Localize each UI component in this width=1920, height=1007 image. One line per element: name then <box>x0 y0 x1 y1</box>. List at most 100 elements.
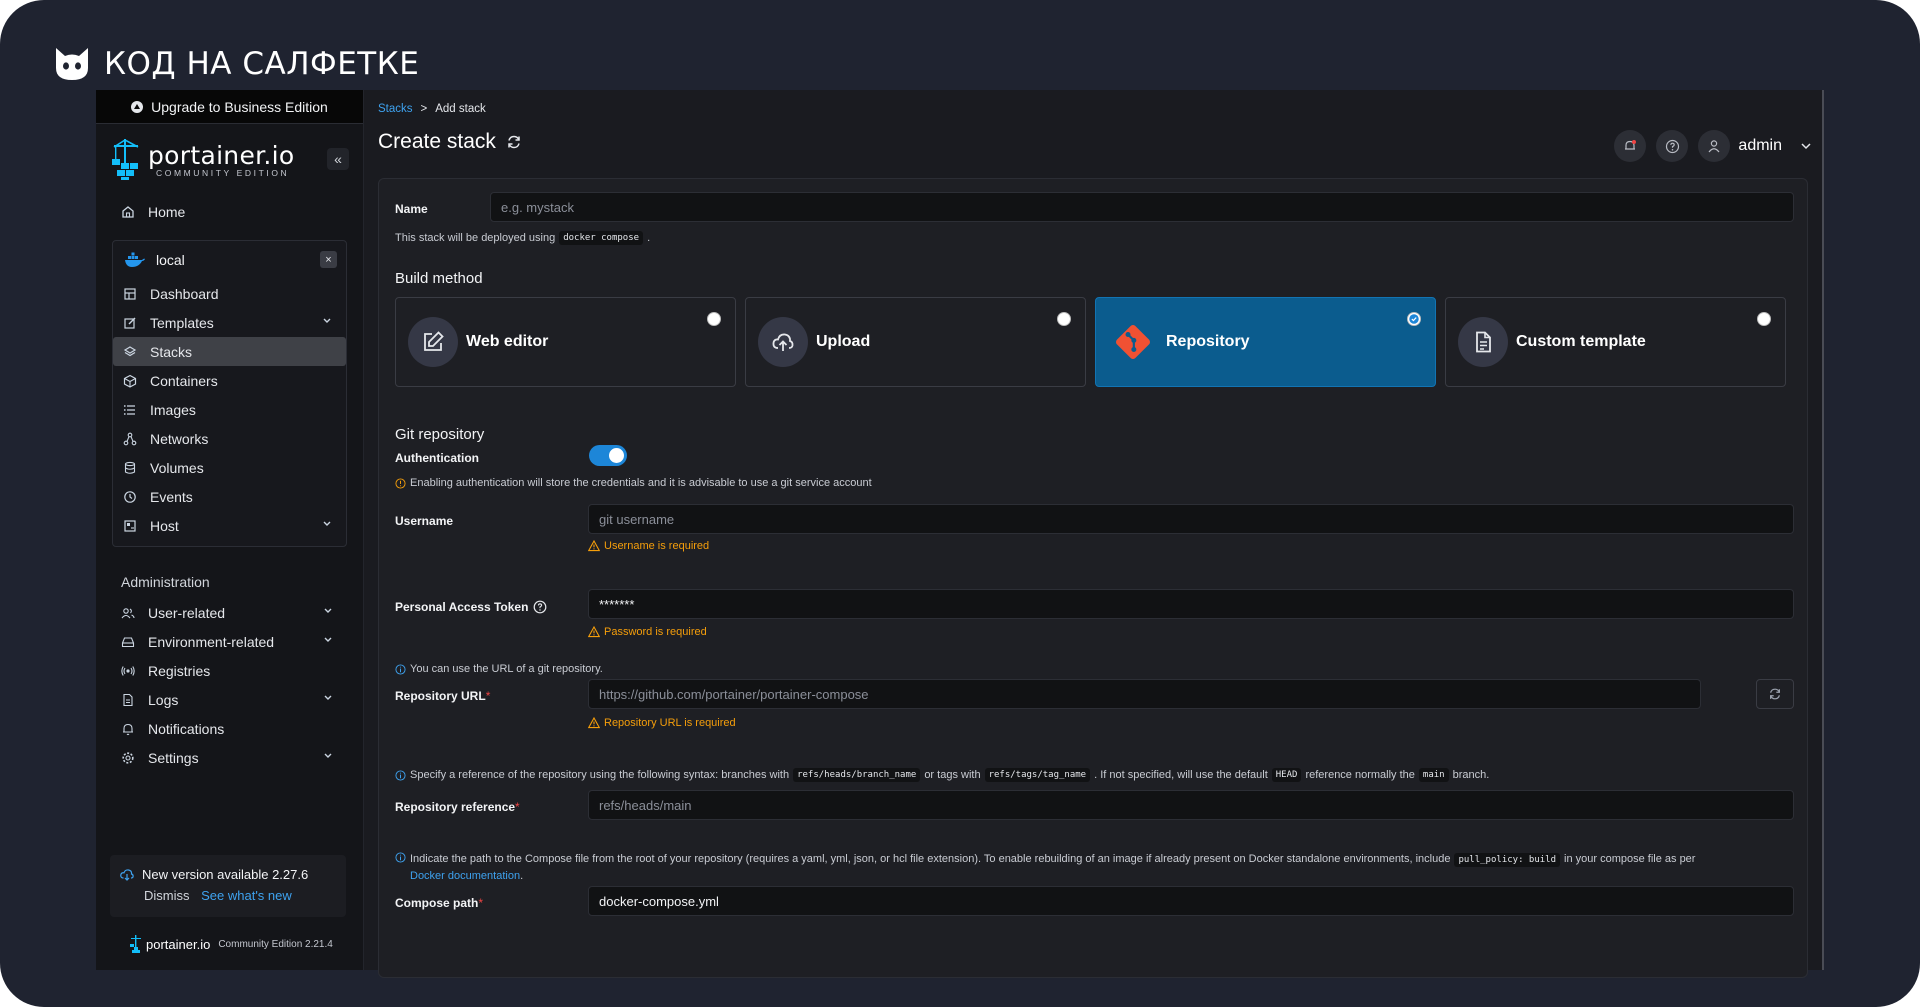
cat-logo-icon <box>56 48 88 80</box>
sidebar-item-home[interactable]: Home <box>96 197 363 226</box>
repository-url-input[interactable]: https://github.com/portainer/portainer-c… <box>588 679 1701 709</box>
sidebar-item-settings[interactable]: Settings <box>96 743 363 772</box>
whats-new-link[interactable]: See what's new <box>201 888 292 903</box>
drive-icon <box>121 636 135 647</box>
administration-heading: Administration <box>121 574 210 590</box>
sidebar-item-registries[interactable]: Registries <box>96 656 363 685</box>
sidebar-item-logs[interactable]: Logs <box>96 685 363 714</box>
sidebar-item-volumes[interactable]: Volumes <box>113 453 346 482</box>
notifications-button[interactable] <box>1614 130 1647 162</box>
method-custom-template[interactable]: Custom template <box>1445 297 1786 387</box>
docker-documentation-link[interactable]: Docker documentation <box>410 870 520 882</box>
auth-hint-text: Enabling authentication will store the c… <box>410 477 872 489</box>
sidebar-item-events[interactable]: Events <box>113 482 346 511</box>
sidebar-item-templates[interactable]: Templates <box>113 308 346 337</box>
access-token-input[interactable]: ******* <box>588 589 1794 619</box>
docker-whale-icon <box>125 252 145 267</box>
sidebar-item-label: Host <box>150 517 179 534</box>
sidebar-item-host[interactable]: Host <box>113 511 346 540</box>
sidebar-item-images[interactable]: Images <box>113 395 346 424</box>
app-frame: КОД НА САЛФЕТКЕ Upgrade to Business Edit… <box>0 0 1920 1007</box>
reference-hint-code: main <box>1418 768 1449 782</box>
method-web-editor[interactable]: Web editor <box>395 297 736 387</box>
logo-edition: COMMUNITY EDITION <box>156 167 290 178</box>
help-circle-icon[interactable] <box>533 600 547 614</box>
home-icon <box>122 205 134 218</box>
stack-name-input[interactable]: e.g. mystack <box>490 192 1794 222</box>
sidebar-item-containers[interactable]: Containers <box>113 366 346 395</box>
help-button[interactable] <box>1656 130 1689 162</box>
repository-reference-label: Repository reference* <box>395 800 520 814</box>
environment-header[interactable]: local × <box>113 241 346 279</box>
sidebar-item-label: Networks <box>150 430 209 447</box>
compose-path-label-text: Compose path <box>395 896 479 910</box>
refresh-repository-button[interactable] <box>1756 679 1794 709</box>
refresh-icon[interactable] <box>506 134 522 150</box>
git-icon <box>1115 324 1151 360</box>
reference-hint-code: refs/tags/tag_name <box>984 768 1091 782</box>
chevron-down-icon[interactable] <box>323 606 333 616</box>
page-scrollbar[interactable] <box>1822 90 1824 970</box>
chevron-down-icon[interactable] <box>323 693 333 703</box>
sidebar-item-user-related[interactable]: User-related <box>96 598 363 627</box>
dismiss-link[interactable]: Dismiss <box>144 888 190 903</box>
footer-wordmark: portainer.io <box>146 936 211 952</box>
main-content: Stacks > Add stack Create stack admin Na… <box>364 90 1824 978</box>
reference-hint-text: or tags with <box>924 769 981 781</box>
method-label: Repository <box>1166 333 1250 350</box>
portainer-logo[interactable]: portainer.io COMMUNITY EDITION « <box>96 124 363 194</box>
user-avatar[interactable] <box>1698 130 1731 162</box>
user-name[interactable]: admin <box>1738 137 1782 155</box>
update-notice: New version available 2.27.6 Dismiss See… <box>110 855 346 917</box>
box-icon <box>123 374 137 388</box>
git-repository-title: Git repository <box>395 426 485 443</box>
method-radio[interactable] <box>707 312 721 326</box>
arrow-up-circle-icon <box>131 100 144 113</box>
clock-icon <box>124 490 136 503</box>
deploy-hint: This stack will be deployed using docker… <box>395 231 650 245</box>
sidebar-item-label: Containers <box>150 372 218 389</box>
sidebar-item-dashboard[interactable]: Dashboard <box>113 279 346 308</box>
reference-hint-text: branch. <box>1452 769 1490 781</box>
chevron-down-icon[interactable] <box>1800 140 1812 152</box>
info-icon <box>395 769 406 781</box>
method-upload[interactable]: Upload <box>745 297 1086 387</box>
repository-reference-input[interactable]: refs/heads/main <box>588 790 1794 820</box>
sidebar-item-stacks[interactable]: Stacks <box>113 337 346 366</box>
username-input[interactable]: git username <box>588 504 1794 534</box>
token-label: Personal Access Token <box>395 600 547 614</box>
help-circle-icon <box>1665 139 1680 153</box>
method-repository[interactable]: Repository <box>1095 297 1436 387</box>
reference-hint-text: Specify a reference of the repository us… <box>410 769 790 781</box>
method-radio[interactable] <box>1057 312 1071 326</box>
chevron-down-icon[interactable] <box>323 751 333 761</box>
environment-name: local <box>156 252 185 268</box>
chevron-down-icon[interactable] <box>322 316 332 326</box>
auth-hint: Enabling authentication will store the c… <box>395 477 872 489</box>
method-radio-checked[interactable] <box>1407 312 1421 326</box>
dashboard-icon <box>124 287 136 300</box>
sidebar-item-label: User-related <box>148 604 226 621</box>
warning-icon <box>588 717 600 729</box>
method-label: Custom template <box>1516 333 1646 350</box>
method-radio[interactable] <box>1757 312 1771 326</box>
close-environment-button[interactable]: × <box>320 251 337 268</box>
method-icon-wrap <box>758 317 808 367</box>
repository-url-label-text: Repository URL <box>395 689 486 703</box>
sidebar-item-networks[interactable]: Networks <box>113 424 346 453</box>
upgrade-banner[interactable]: Upgrade to Business Edition <box>96 90 363 124</box>
sidebar-item-notifications[interactable]: Notifications <box>96 714 363 743</box>
sidebar-item-environment-related[interactable]: Environment-related <box>96 627 363 656</box>
collapse-sidebar-button[interactable]: « <box>327 148 349 170</box>
logo-wordmark: portainer.io <box>148 140 295 170</box>
repository-url-label: Repository URL* <box>395 689 491 703</box>
chevron-down-icon[interactable] <box>322 519 332 529</box>
chevron-down-icon[interactable] <box>323 635 333 645</box>
compose-path-input[interactable]: docker-compose.yml <box>588 886 1794 916</box>
method-icon-wrap <box>1108 317 1158 367</box>
channel-brand-text: КОД НА САЛФЕТКЕ <box>104 46 420 82</box>
breadcrumb-stacks[interactable]: Stacks <box>378 103 413 115</box>
authentication-toggle[interactable] <box>589 445 627 466</box>
sidebar-item-label: Registries <box>148 662 211 679</box>
reference-hint-text: . If not specified, will use the default <box>1094 769 1268 781</box>
